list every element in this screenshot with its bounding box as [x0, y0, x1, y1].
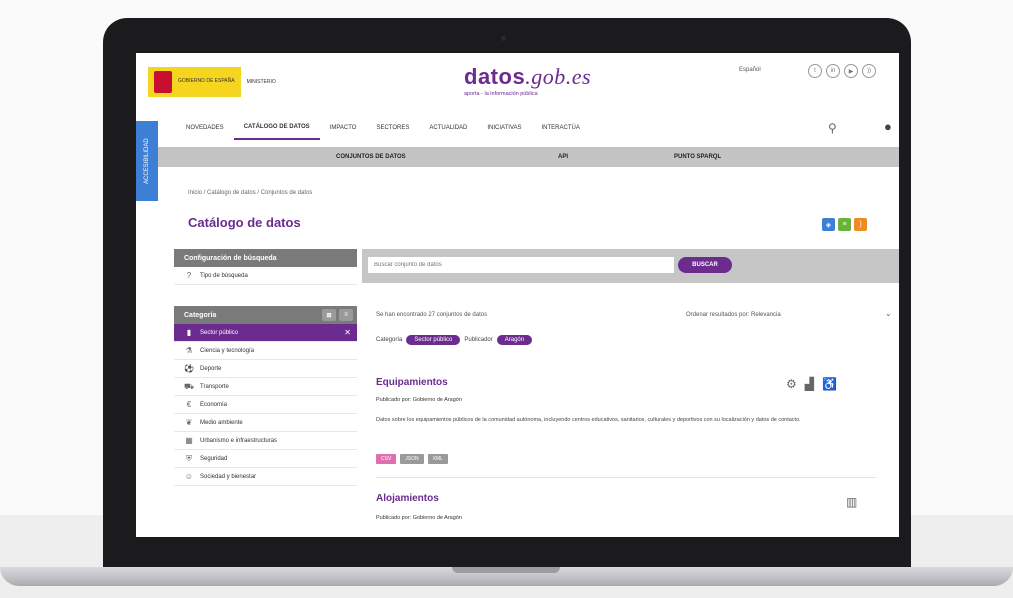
category-item-ciencia[interactable]: ⚗ Ciencia y tecnología: [174, 342, 357, 360]
browser-screen: ACCESIBILIDAD GOBIERNO DE ESPAÑA MINISTE…: [136, 53, 899, 537]
filter-chip-publisher[interactable]: Aragón: [496, 335, 533, 345]
sparql-icon[interactable]: ◈: [822, 218, 835, 231]
gear-icon: ⚙: [786, 377, 797, 391]
dataset-publisher: Publicado por: Gobierno de Aragón: [376, 397, 462, 403]
nav-item-impacto[interactable]: IMPACTO: [320, 117, 367, 139]
dataset-title[interactable]: Equipamientos: [376, 377, 448, 388]
nav-item-actualidad[interactable]: ACTUALIDAD: [419, 117, 477, 139]
brand-title: datos.gob.es: [464, 64, 592, 89]
active-filters: Categoría Sector público Publicador Arag…: [376, 335, 533, 345]
dataset-search-input[interactable]: [368, 257, 674, 273]
youtube-icon[interactable]: ▶: [844, 64, 858, 78]
remove-filter-icon[interactable]: ✕: [344, 328, 351, 337]
expand-icon[interactable]: ⊞: [322, 309, 336, 321]
results-count: Se han encontrado 27 conjuntos de datos: [376, 312, 488, 318]
category-label: Ciencia y tecnología: [200, 347, 255, 354]
laptop-notch: [452, 567, 560, 573]
category-item-seguridad[interactable]: ⛨ Seguridad: [174, 450, 357, 468]
category-label: Deporte: [200, 365, 222, 372]
category-header: Categoría ⊞ ≡: [174, 306, 357, 324]
rss-icon[interactable]: )): [862, 64, 876, 78]
breadcrumb[interactable]: Inicio / Catálogo de datos / Conjuntos d…: [188, 190, 312, 196]
flask-icon: ⚗: [185, 346, 193, 355]
building-icon: ▮: [186, 328, 192, 337]
nav-item-interactua[interactable]: INTERACTÚA: [532, 117, 590, 139]
person-icon: ♿: [822, 377, 837, 391]
category-label: Transporte: [200, 383, 229, 390]
car-icon: ⛟: [184, 381, 195, 391]
category-item-sociedad[interactable]: ☺ Sociedad y bienestar: [174, 468, 357, 486]
category-label: Economía: [200, 401, 228, 408]
government-logo[interactable]: GOBIERNO DE ESPAÑA MINISTERIO: [148, 67, 326, 97]
search-config-header: Configuración de búsqueda: [174, 249, 357, 267]
chevron-down-icon[interactable]: ⌄: [885, 309, 892, 318]
nav-item-sectores[interactable]: SECTORES: [366, 117, 419, 139]
accessibility-tab[interactable]: ACCESIBILIDAD: [136, 121, 158, 201]
shield-icon: ⛨: [186, 453, 192, 463]
twitter-icon[interactable]: t: [808, 64, 822, 78]
category-label: Sector público: [200, 329, 239, 336]
category-label: Medio ambiente: [200, 419, 243, 426]
dataset-title[interactable]: Alojamientos: [376, 493, 439, 504]
factory-icon: ▟: [804, 377, 814, 391]
coins-icon: €: [186, 400, 192, 409]
list-icon[interactable]: ≡: [339, 309, 353, 321]
user-icon[interactable]: ●: [884, 119, 892, 134]
category-item-economia[interactable]: € Economía: [174, 396, 357, 414]
subnav-api[interactable]: API: [558, 154, 568, 160]
dataset-category-icons: ⚙ ▟ ♿: [786, 377, 837, 391]
linkedin-icon[interactable]: in: [826, 64, 840, 78]
coat-of-arms-icon: [154, 71, 172, 93]
format-badge[interactable]: CSV: [376, 454, 397, 464]
rss-feed-icon[interactable]: ): [854, 218, 867, 231]
category-item-transporte[interactable]: ⛟ Transporte: [174, 378, 357, 396]
category-label: Sociedad y bienestar: [200, 473, 257, 480]
webcam: [501, 36, 506, 41]
dataset-category-icons: ▥: [846, 495, 857, 509]
feed-icons: ◈ ≡ ): [822, 218, 867, 231]
gov-sub-text: MINISTERIO: [246, 79, 276, 85]
category-item-medio-ambiente[interactable]: ❦ Medio ambiente: [174, 414, 357, 432]
hotel-icon: ▥: [846, 495, 858, 509]
search-type-row[interactable]: ? Tipo de búsqueda: [174, 267, 357, 285]
dataset-formats: CSV JSON XML: [376, 454, 448, 464]
language-selector[interactable]: Español: [739, 67, 761, 73]
brand-tagline: aporta - la información pública: [464, 91, 538, 97]
nav-item-catalogo[interactable]: CATÁLOGO DE DATOS: [233, 116, 320, 140]
dataset-publisher: Publicado por: Gobierno de Aragón: [376, 515, 462, 521]
filter-publisher-label: Publicador: [464, 337, 493, 343]
format-badge[interactable]: JSON: [400, 454, 424, 464]
dataset-description: Datos sobre los equipamientos públicos d…: [376, 417, 801, 423]
page-title: Catálogo de datos: [188, 215, 301, 230]
search-icon[interactable]: ⚲: [828, 121, 837, 135]
csv-icon[interactable]: ≡: [838, 218, 851, 231]
format-badge[interactable]: XML: [427, 454, 448, 464]
result-divider: [376, 477, 876, 478]
help-icon: ?: [186, 271, 192, 280]
search-button[interactable]: BUSCAR: [678, 257, 732, 273]
people-icon: ☺: [184, 472, 194, 481]
category-item-deporte[interactable]: ⚽ Deporte: [174, 360, 357, 378]
subnav-sparql[interactable]: PUNTO SPARQL: [674, 154, 721, 160]
category-label: Seguridad: [200, 455, 228, 462]
nav-item-novedades[interactable]: NOVEDADES: [176, 117, 234, 139]
category-item-sector-publico[interactable]: ▮ Sector público ✕: [174, 324, 357, 342]
site-brand[interactable]: datos.gob.es aporta - la información púb…: [464, 64, 591, 97]
gov-emblem-block: GOBIERNO DE ESPAÑA: [148, 67, 241, 97]
main-nav: NOVEDADES CATÁLOGO DE DATOS IMPACTO SECT…: [176, 116, 899, 140]
order-select[interactable]: Ordenar resultados por: Relevancia: [686, 312, 781, 318]
subnav-conjuntos[interactable]: CONJUNTOS DE DATOS: [336, 154, 406, 160]
filter-category-label: Categoría: [376, 337, 403, 343]
catalog-subnav: CONJUNTOS DE DATOS API PUNTO SPARQL: [158, 147, 899, 167]
leaf-icon: ❦: [185, 418, 193, 427]
category-item-urbanismo[interactable]: ▦ Urbanismo e infraestructuras: [174, 432, 357, 450]
city-icon: ▦: [185, 436, 193, 445]
social-links: t in ▶ )): [808, 64, 876, 78]
gov-ministry-text: GOBIERNO DE ESPAÑA: [178, 78, 235, 85]
category-label: Urbanismo e infraestructuras: [200, 437, 278, 444]
filter-chip-category[interactable]: Sector público: [406, 335, 461, 345]
nav-item-iniciativas[interactable]: INICIATIVAS: [477, 117, 531, 139]
search-type-label: Tipo de búsqueda: [200, 272, 248, 279]
sport-icon: ⚽: [184, 364, 194, 373]
